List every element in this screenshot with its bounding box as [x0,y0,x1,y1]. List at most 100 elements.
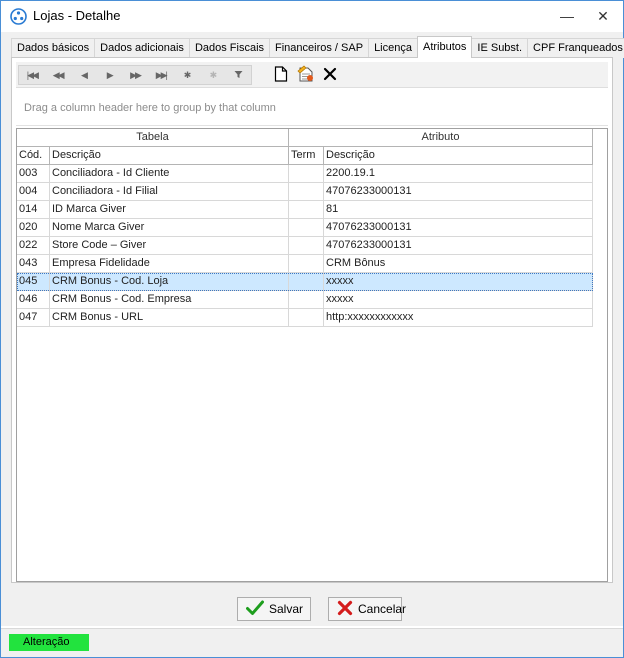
status-bar: Alteração [1,628,623,657]
cell-cod[interactable]: 022 [17,237,50,254]
cell-term[interactable] [289,165,324,182]
column-header-term[interactable]: Term [289,147,324,164]
tab-ie-subst[interactable]: IE Subst. [471,38,529,58]
cell-term[interactable] [289,237,324,254]
next-icon: ▶ [106,69,114,80]
cell-valor[interactable]: 47076233000131 [324,237,593,254]
cell-valor[interactable]: 81 [324,201,593,218]
column-header-atributo-descricao[interactable]: Descrição [324,147,593,164]
cell-cod[interactable]: 045 [17,273,50,290]
band-header-row: Tabela Atributo [17,129,593,147]
cell-descricao[interactable]: CRM Bonus - Cod. Empresa [50,291,289,308]
atributos-grid: Tabela Atributo Cód. Descrição Term Desc… [16,128,608,582]
cell-term[interactable] [289,219,324,236]
minimize-icon: — [560,8,574,24]
cell-cod[interactable]: 046 [17,291,50,308]
cell-valor[interactable]: xxxxx [324,273,593,290]
cell-term[interactable] [289,291,324,308]
next-page-icon: ▶▶ [130,69,142,80]
tab-dados-basicos[interactable]: Dados básicos [11,38,96,58]
cell-term[interactable] [289,201,324,218]
grid-toolbar: |◀◀ ◀◀ ◀ ▶ ▶▶ ▶▶| ✱ ✱ [16,62,608,88]
last-record-button[interactable]: ▶▶| [148,66,174,84]
grid-rows: 003 Conciliadora - Id Cliente 2200.19.1 … [17,165,593,327]
table-row[interactable]: 020 Nome Marca Giver 47076233000131 [17,219,593,237]
save-button[interactable]: Salvar [237,597,311,621]
tab-dados-adicionais[interactable]: Dados adicionais [94,38,190,58]
tab-dados-fiscais[interactable]: Dados Fiscais [188,38,271,58]
cell-valor[interactable]: CRM Bônus [324,255,593,272]
prev-icon: ◀ [80,69,88,80]
delete-icon [323,67,337,84]
cell-descricao[interactable]: CRM Bonus - URL [50,309,289,326]
cell-term[interactable] [289,273,324,290]
navigator: |◀◀ ◀◀ ◀ ▶ ▶▶ ▶▶| ✱ ✱ [18,65,252,85]
column-header-descricao[interactable]: Descrição [50,147,289,164]
cell-term[interactable] [289,255,324,272]
prev-page-button[interactable]: ◀◀ [45,66,71,84]
cell-descricao[interactable]: Conciliadora - Id Cliente [50,165,289,182]
cell-valor[interactable]: xxxxx [324,291,593,308]
first-icon: |◀◀ [26,69,39,80]
minimize-button[interactable]: — [549,1,585,31]
window: Lojas - Detalhe — ✕ Dados básicos Dados … [0,0,624,658]
tab-financeiros-sap[interactable]: Financeiros / SAP [269,38,370,58]
prev-record-button[interactable]: ◀ [71,66,97,84]
cell-descricao[interactable]: CRM Bonus - Cod. Loja [50,273,289,290]
status-badge: Alteração [9,634,89,651]
cancel-icon [337,600,353,619]
table-row-selected[interactable]: 045 CRM Bonus - Cod. Loja xxxxx [17,273,593,291]
table-row[interactable]: 014 ID Marca Giver 81 [17,201,593,219]
cell-cod[interactable]: 003 [17,165,50,182]
tab-atributos[interactable]: Atributos [416,36,473,58]
table-row[interactable]: 004 Conciliadora - Id Filial 47076233000… [17,183,593,201]
next-record-button[interactable]: ▶ [96,66,122,84]
next-page-button[interactable]: ▶▶ [122,66,148,84]
table-row[interactable]: 022 Store Code – Giver 47076233000131 [17,237,593,255]
cancel-button[interactable]: Cancelar [328,597,406,621]
column-header-row: Cód. Descrição Term Descrição [17,147,593,165]
cell-term[interactable] [289,309,324,326]
delete-record-button[interactable]: ✱ [199,66,225,84]
cell-cod[interactable]: 004 [17,183,50,200]
cell-descricao[interactable]: Nome Marca Giver [50,219,289,236]
insert-record-button[interactable]: ✱ [174,66,200,84]
new-document-icon [274,65,288,85]
tab-strip: Dados básicos Dados adicionais Dados Fis… [11,36,624,58]
table-row[interactable]: 043 Empresa Fidelidade CRM Bônus [17,255,593,273]
band-atributo[interactable]: Atributo [289,129,593,147]
tab-cpf-franqueados[interactable]: CPF Franqueados [527,38,624,58]
column-header-cod[interactable]: Cód. [17,147,50,164]
cell-valor[interactable]: 2200.19.1 [324,165,593,182]
prev-page-icon: ◀◀ [52,69,65,80]
new-button[interactable] [270,65,292,85]
edit-button[interactable] [295,65,317,85]
cell-descricao[interactable]: ID Marca Giver [50,201,289,218]
table-row[interactable]: 046 CRM Bonus - Cod. Empresa xxxxx [17,291,593,309]
atributos-panel: |◀◀ ◀◀ ◀ ▶ ▶▶ ▶▶| ✱ ✱ Drag a column head… [11,57,613,583]
cell-cod[interactable]: 047 [17,309,50,326]
group-by-panel[interactable]: Drag a column header here to group by th… [16,90,608,126]
close-icon: ✕ [597,7,609,24]
cell-cod[interactable]: 014 [17,201,50,218]
table-row[interactable]: 047 CRM Bonus - URL http:xxxxxxxxxxxx [17,309,593,327]
table-row[interactable]: 003 Conciliadora - Id Cliente 2200.19.1 [17,165,593,183]
cell-term[interactable] [289,183,324,200]
cell-cod[interactable]: 043 [17,255,50,272]
filter-button[interactable] [225,66,251,84]
cell-descricao[interactable]: Empresa Fidelidade [50,255,289,272]
cell-valor[interactable]: 47076233000131 [324,183,593,200]
cancel-button-label: Cancelar [358,602,407,616]
cell-descricao[interactable]: Conciliadora - Id Filial [50,183,289,200]
cell-cod[interactable]: 020 [17,219,50,236]
cell-valor[interactable]: 47076233000131 [324,219,593,236]
delete-button[interactable] [319,65,341,85]
cell-descricao[interactable]: Store Code – Giver [50,237,289,254]
group-by-hint: Drag a column header here to group by th… [24,102,276,114]
first-record-button[interactable]: |◀◀ [19,66,45,84]
cell-valor[interactable]: http:xxxxxxxxxxxx [324,309,593,326]
band-tabela[interactable]: Tabela [17,129,289,147]
tab-licenca[interactable]: Licença [368,38,418,58]
dialog-body: Dados básicos Dados adicionais Dados Fis… [1,32,624,626]
close-button[interactable]: ✕ [585,1,621,31]
